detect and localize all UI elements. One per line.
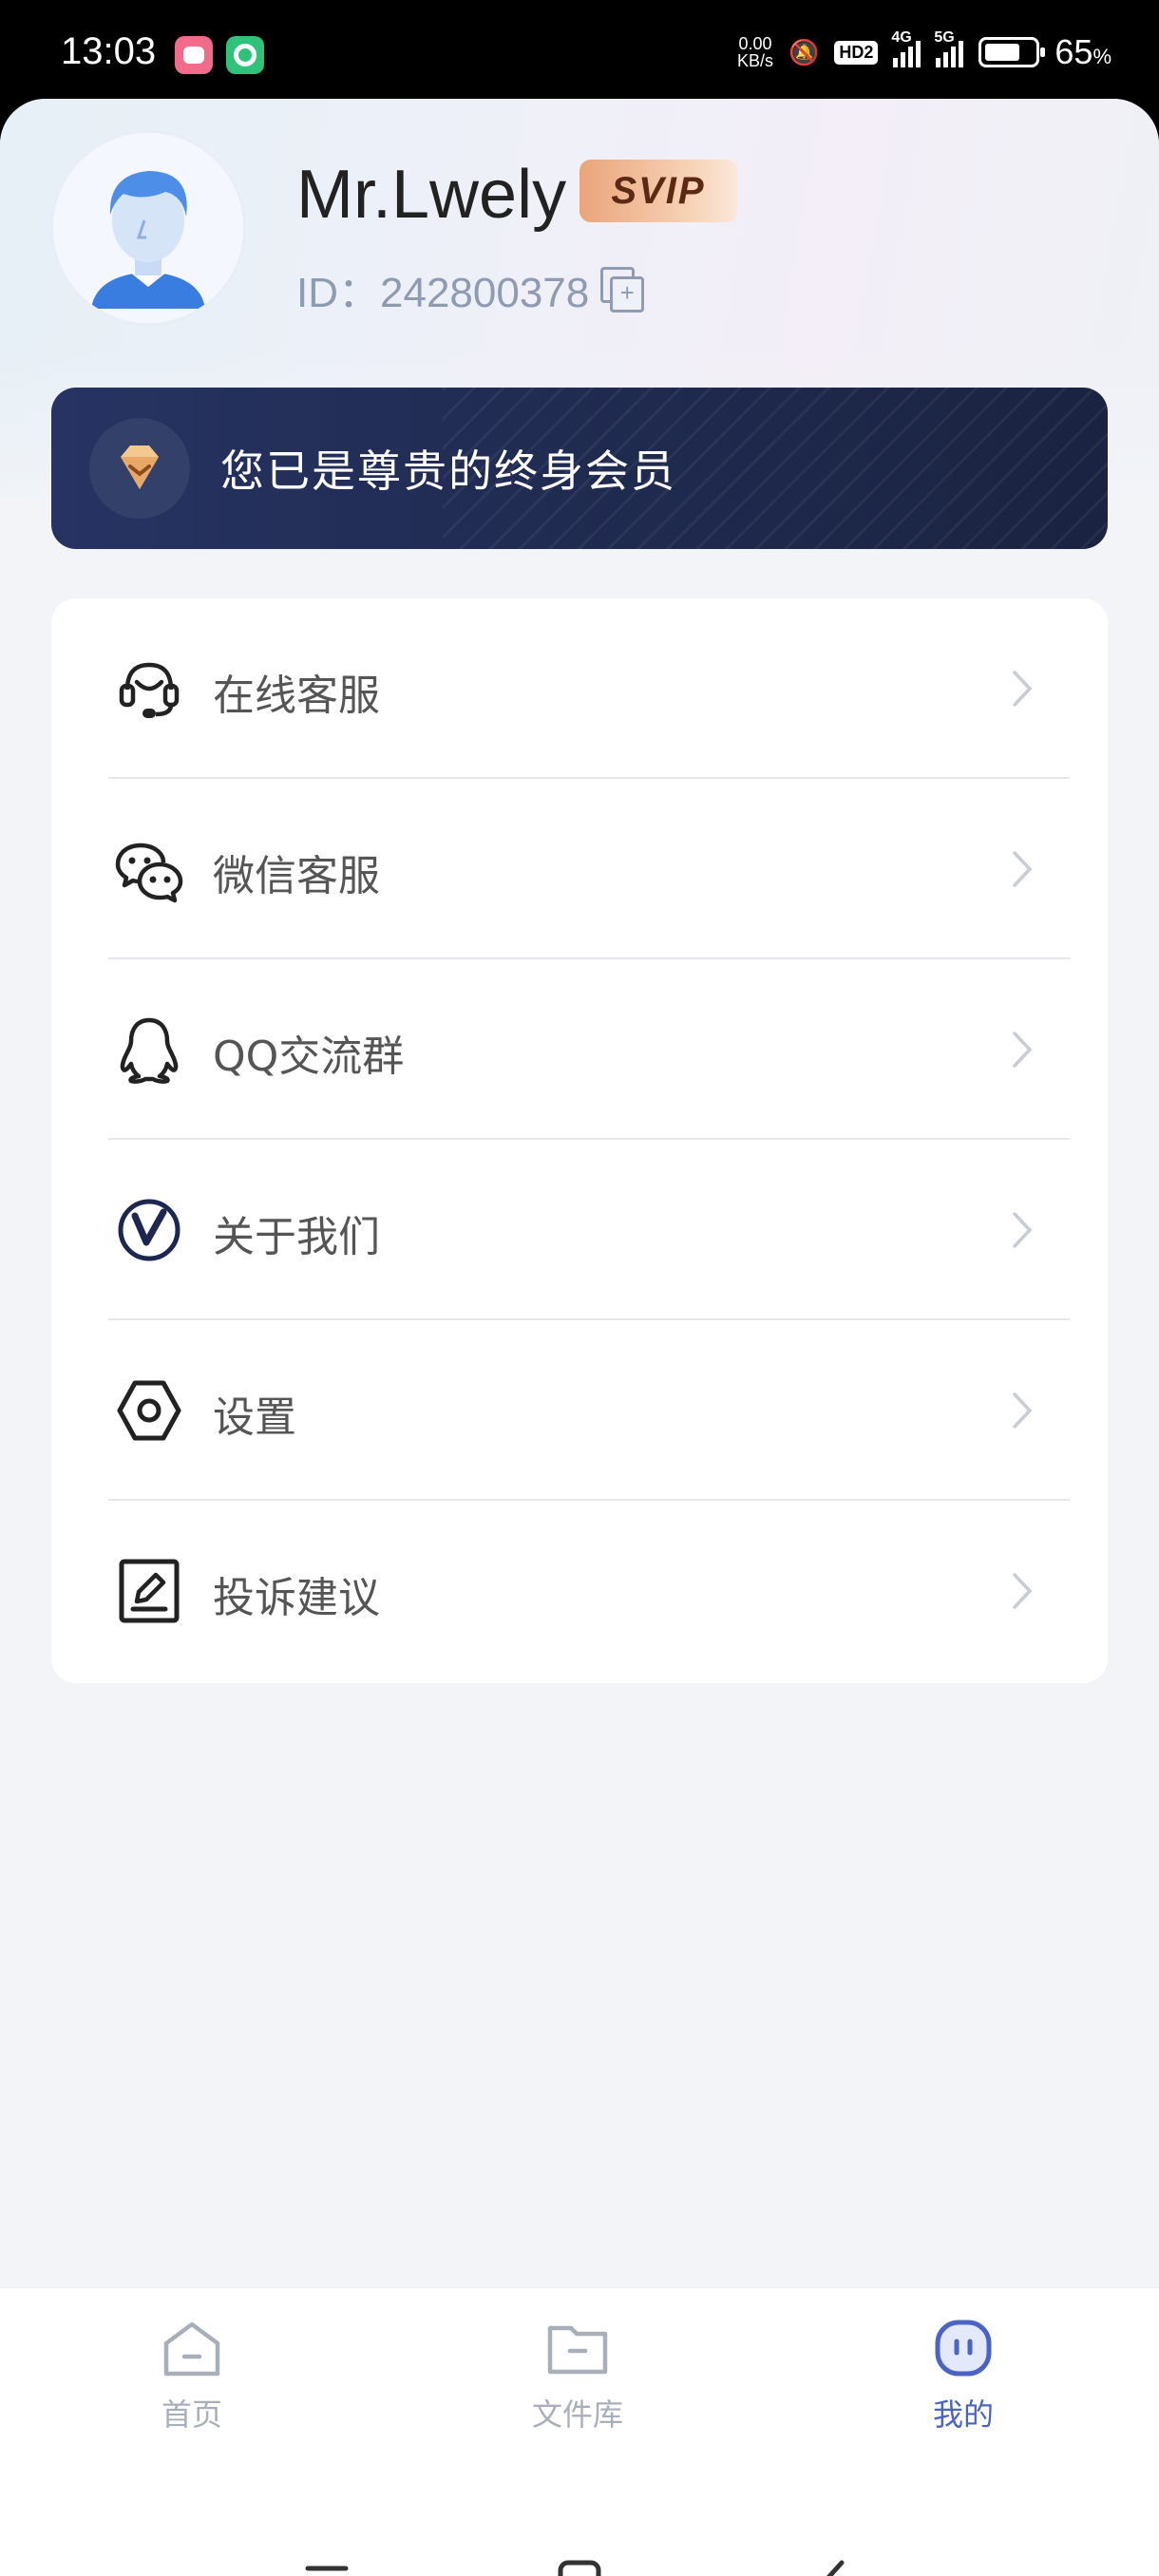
tab-label: 我的 <box>932 2396 994 2433</box>
chevron-right-icon <box>1013 1573 1033 1609</box>
mute-icon: 🔕 <box>788 37 820 66</box>
tab-file-library[interactable]: 文件库 <box>483 2315 673 2434</box>
app-notification-icon <box>226 36 264 74</box>
svip-badge: SVIP <box>580 160 737 222</box>
chevron-right-icon <box>1013 1392 1033 1429</box>
menu-item-label: 在线客服 <box>213 672 380 720</box>
home-icon <box>163 2321 220 2377</box>
headset-icon <box>119 662 180 718</box>
status-time: 13:03 <box>61 30 157 72</box>
status-bar: 13:03 0.00 KB/s 🔕 HD2 4G 5G 65% <box>0 0 1159 104</box>
bottom-tab-bar: 首页 文件库 我的 <box>0 2287 1159 2477</box>
profile-screen: Mr.Lwely SVIP ID：242800378 您已是尊贵的终身会员 <box>0 99 1159 2576</box>
battery-percent: 65% <box>1054 32 1112 71</box>
chevron-right-icon <box>1013 851 1033 887</box>
chevron-right-icon <box>1013 1032 1033 1068</box>
tab-home[interactable]: 首页 <box>97 2315 287 2434</box>
menu-list: 在线客服 微信客服 QQ交流群 关于我们 设置 投诉建议 <box>51 598 1108 1683</box>
folder-icon <box>547 2325 608 2375</box>
avatar[interactable] <box>53 133 243 323</box>
avatar-person-icon <box>53 133 243 323</box>
vip-diamond-icon <box>89 418 190 519</box>
back-icon[interactable] <box>806 2553 863 2576</box>
menu-item-settings[interactable]: 设置 <box>51 1320 1108 1501</box>
menu-item-label: 投诉建议 <box>213 1574 380 1622</box>
vip-status-text: 您已是尊贵的终身会员 <box>220 445 676 497</box>
system-navigation-bar <box>0 2477 1159 2576</box>
menu-item-label: QQ交流群 <box>213 1032 405 1081</box>
menu-item-label: 微信客服 <box>213 852 380 900</box>
copy-icon[interactable] <box>600 267 645 313</box>
user-id: ID：242800378 <box>296 258 645 319</box>
wechat-icon <box>115 843 183 903</box>
home-square-icon[interactable] <box>551 2553 608 2576</box>
menu-item-label: 关于我们 <box>213 1213 380 1261</box>
tab-label: 首页 <box>161 2396 222 2433</box>
profile-face-icon <box>935 2320 992 2377</box>
menu-item-wechat-support[interactable]: 微信客服 <box>51 779 1108 959</box>
username: Mr.Lwely <box>296 157 567 233</box>
status-indicators: 0.00 KB/s 🔕 HD2 4G 5G 65% <box>737 28 1112 76</box>
edit-note-icon <box>119 1559 180 1623</box>
network-speed: 0.00 KB/s <box>736 34 773 70</box>
menu-item-label: 设置 <box>213 1393 296 1442</box>
vip-membership-banner[interactable]: 您已是尊贵的终身会员 <box>51 388 1108 549</box>
chevron-right-icon <box>1013 671 1033 707</box>
menu-item-qq-group[interactable]: QQ交流群 <box>51 959 1108 1140</box>
signal-icon: 5G <box>934 29 964 67</box>
tab-mine[interactable]: 我的 <box>868 2315 1058 2434</box>
app-notification-icon <box>175 36 213 74</box>
qq-penguin-icon <box>120 1017 179 1084</box>
battery-icon <box>978 37 1046 67</box>
logo-v-icon <box>118 1199 180 1261</box>
hex-settings-icon <box>117 1380 181 1441</box>
tab-label: 文件库 <box>531 2396 623 2433</box>
chevron-right-icon <box>1013 1212 1033 1248</box>
menu-item-online-support[interactable]: 在线客服 <box>51 598 1108 779</box>
menu-item-about-us[interactable]: 关于我们 <box>51 1140 1108 1320</box>
menu-item-feedback[interactable]: 投诉建议 <box>51 1501 1108 1681</box>
signal-icon: 4G <box>891 29 922 67</box>
hd-icon: HD2 <box>834 40 879 65</box>
menu-icon[interactable] <box>298 2553 355 2576</box>
